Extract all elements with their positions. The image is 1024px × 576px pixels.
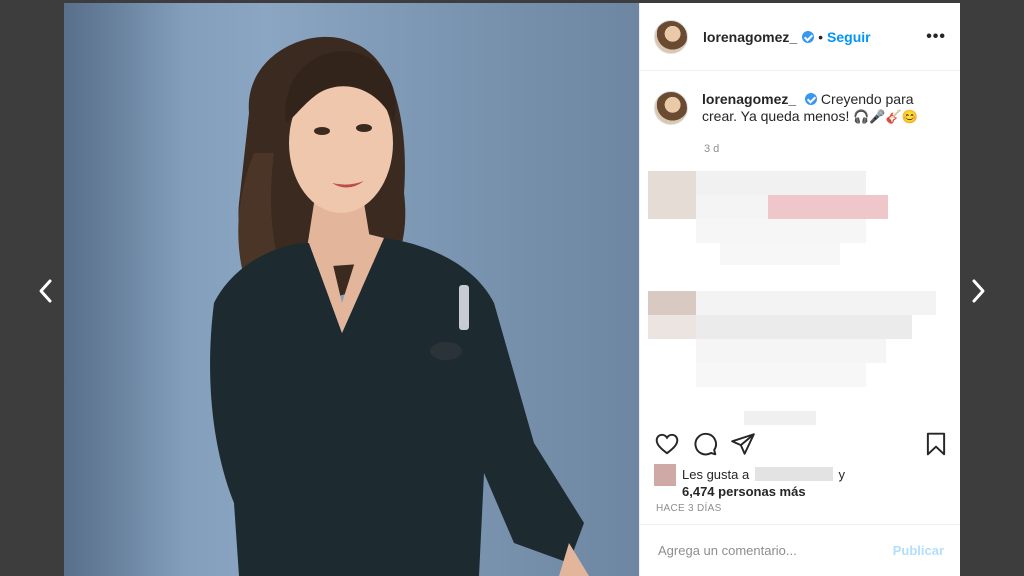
blurred-block bbox=[696, 171, 866, 195]
paper-plane-icon[interactable] bbox=[730, 431, 756, 457]
comment-icon[interactable] bbox=[692, 431, 718, 457]
likes-line: Les gusta a y bbox=[682, 467, 845, 482]
post-date[interactable]: HACE 3 DÍAS bbox=[656, 503, 722, 514]
blurred-block bbox=[696, 315, 912, 339]
post-photo[interactable] bbox=[64, 3, 639, 576]
comment-input[interactable] bbox=[656, 542, 893, 559]
caption-username[interactable]: lorenagomez_ bbox=[702, 91, 796, 107]
woman-portrait-illustration bbox=[210, 36, 589, 576]
likes-prefix: Les gusta a bbox=[682, 467, 750, 482]
post-header: lorenagomez_ • Seguir ••• bbox=[640, 3, 960, 71]
previous-post-button[interactable] bbox=[30, 276, 60, 306]
blurred-block bbox=[744, 411, 816, 425]
blurred-block bbox=[696, 363, 866, 387]
blurred-block bbox=[720, 243, 840, 265]
post-actions bbox=[654, 431, 949, 459]
chevron-right-icon bbox=[972, 279, 985, 303]
bookmark-icon[interactable] bbox=[923, 431, 949, 457]
publish-button[interactable]: Publicar bbox=[893, 543, 944, 558]
caption-time-ago: 3 d bbox=[704, 143, 720, 155]
liker-avatar[interactable] bbox=[654, 464, 676, 486]
blurred-block bbox=[696, 291, 936, 315]
author-username[interactable]: lorenagomez_ bbox=[703, 29, 797, 45]
author-avatar[interactable] bbox=[654, 19, 688, 54]
post-sidebar: lorenagomez_ • Seguir ••• lorenagomez_ C… bbox=[639, 3, 960, 576]
chevron-left-icon bbox=[39, 279, 52, 303]
blurred-block bbox=[648, 291, 696, 315]
more-options-icon[interactable]: ••• bbox=[926, 28, 946, 46]
next-post-button[interactable] bbox=[964, 276, 994, 306]
caption-avatar[interactable] bbox=[654, 91, 688, 125]
blurred-liker-name[interactable] bbox=[754, 467, 833, 481]
blurred-block bbox=[696, 195, 768, 219]
likes-count[interactable]: 6,474 personas más bbox=[682, 484, 806, 499]
verified-badge-icon bbox=[805, 93, 818, 105]
blurred-block bbox=[696, 339, 886, 363]
blurred-block bbox=[696, 219, 866, 243]
verified-badge-icon bbox=[802, 30, 815, 43]
post-caption: lorenagomez_ Creyendo para crear. Ya que… bbox=[654, 91, 949, 125]
caption-emojis: 🎧🎤🎸😊 bbox=[853, 109, 918, 124]
heart-icon[interactable] bbox=[654, 431, 680, 457]
caption-body: lorenagomez_ Creyendo para crear. Ya que… bbox=[702, 91, 949, 125]
blurred-block bbox=[768, 195, 888, 219]
follow-button[interactable]: Seguir bbox=[827, 29, 871, 45]
blurred-block bbox=[648, 171, 696, 219]
comment-bar: Publicar bbox=[640, 524, 960, 576]
post-modal: lorenagomez_ • Seguir ••• lorenagomez_ C… bbox=[64, 3, 960, 576]
separator-dot: • bbox=[818, 28, 824, 45]
likes-suffix: y bbox=[838, 467, 845, 482]
blurred-block bbox=[648, 315, 696, 339]
